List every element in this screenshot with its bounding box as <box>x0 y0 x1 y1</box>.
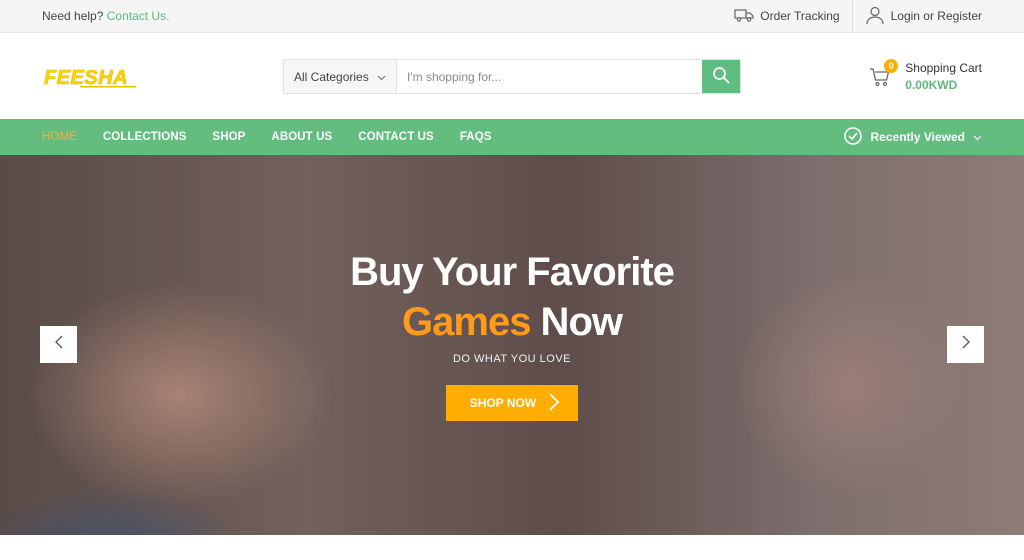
hero-content: Buy Your Favorite Games Now DO WHAT YOU … <box>0 247 1024 421</box>
hero-heading-highlight: Games <box>402 300 531 344</box>
truck-icon <box>734 8 754 25</box>
login-label: Login or Register <box>890 9 982 23</box>
search-button[interactable] <box>702 60 740 93</box>
site-header: FEESHA All Categories 0 Shopping Cart 0.… <box>0 33 1024 119</box>
nav-item-home[interactable]: HOME <box>42 131 77 143</box>
search-input[interactable] <box>397 60 702 93</box>
contact-us-link[interactable]: Contact Us. <box>107 9 170 23</box>
shopping-cart[interactable]: 0 Shopping Cart 0.00KWD <box>869 59 982 94</box>
main-nav: HOME COLLECTIONS SHOP ABOUT US CONTACT U… <box>0 119 1024 155</box>
slider-prev-button[interactable] <box>40 326 77 363</box>
slider-next-button[interactable] <box>947 326 984 363</box>
logo-text: FEESHA <box>44 67 128 89</box>
nav-item-contact-us[interactable]: CONTACT US <box>358 131 434 143</box>
nav-item-collections[interactable]: COLLECTIONS <box>103 131 187 143</box>
search-bar: All Categories <box>283 59 741 94</box>
cart-icon: 0 <box>869 59 899 88</box>
cart-label: Shopping Cart <box>905 61 982 75</box>
hero-slider: Buy Your Favorite Games Now DO WHAT YOU … <box>0 155 1024 535</box>
shop-now-button[interactable]: SHOP NOW <box>445 385 579 421</box>
help-text: Need help? Contact Us. <box>42 9 169 23</box>
user-icon <box>865 5 885 28</box>
order-tracking-label: Order Tracking <box>760 9 840 23</box>
order-tracking-link[interactable]: Order Tracking <box>722 0 853 32</box>
shop-now-label: SHOP NOW <box>469 396 537 410</box>
recently-viewed-dropdown[interactable]: Recently Viewed <box>843 126 983 149</box>
chevron-down-icon <box>377 70 386 84</box>
category-label: All Categories <box>294 69 369 84</box>
help-label: Need help? <box>42 9 104 23</box>
chevron-left-icon <box>54 335 63 354</box>
hero-heading-line2: Now <box>530 300 623 344</box>
hero-heading-line1: Buy Your Favorite <box>350 250 675 294</box>
category-select[interactable]: All Categories <box>284 60 397 93</box>
chevron-right-icon <box>962 335 970 354</box>
chevron-right-icon <box>548 392 560 415</box>
login-register-link[interactable]: Login or Register <box>853 0 982 32</box>
site-logo[interactable]: FEESHA <box>42 64 142 95</box>
nav-item-faqs[interactable]: FAQS <box>460 131 492 143</box>
cart-count-badge: 0 <box>884 59 899 73</box>
recently-viewed-label: Recently Viewed <box>870 130 966 144</box>
top-bar: Need help? Contact Us. Order Tracking Lo… <box>0 0 1024 33</box>
hero-subtitle: DO WHAT YOU LOVE <box>452 353 572 365</box>
cart-amount: 0.00KWD <box>905 78 958 92</box>
search-icon <box>712 66 730 87</box>
hero-heading: Buy Your Favorite Games Now <box>0 247 1024 347</box>
clock-icon <box>843 126 863 149</box>
chevron-down-icon <box>973 130 982 144</box>
nav-item-about-us[interactable]: ABOUT US <box>271 131 332 143</box>
nav-item-shop[interactable]: SHOP <box>212 131 245 143</box>
